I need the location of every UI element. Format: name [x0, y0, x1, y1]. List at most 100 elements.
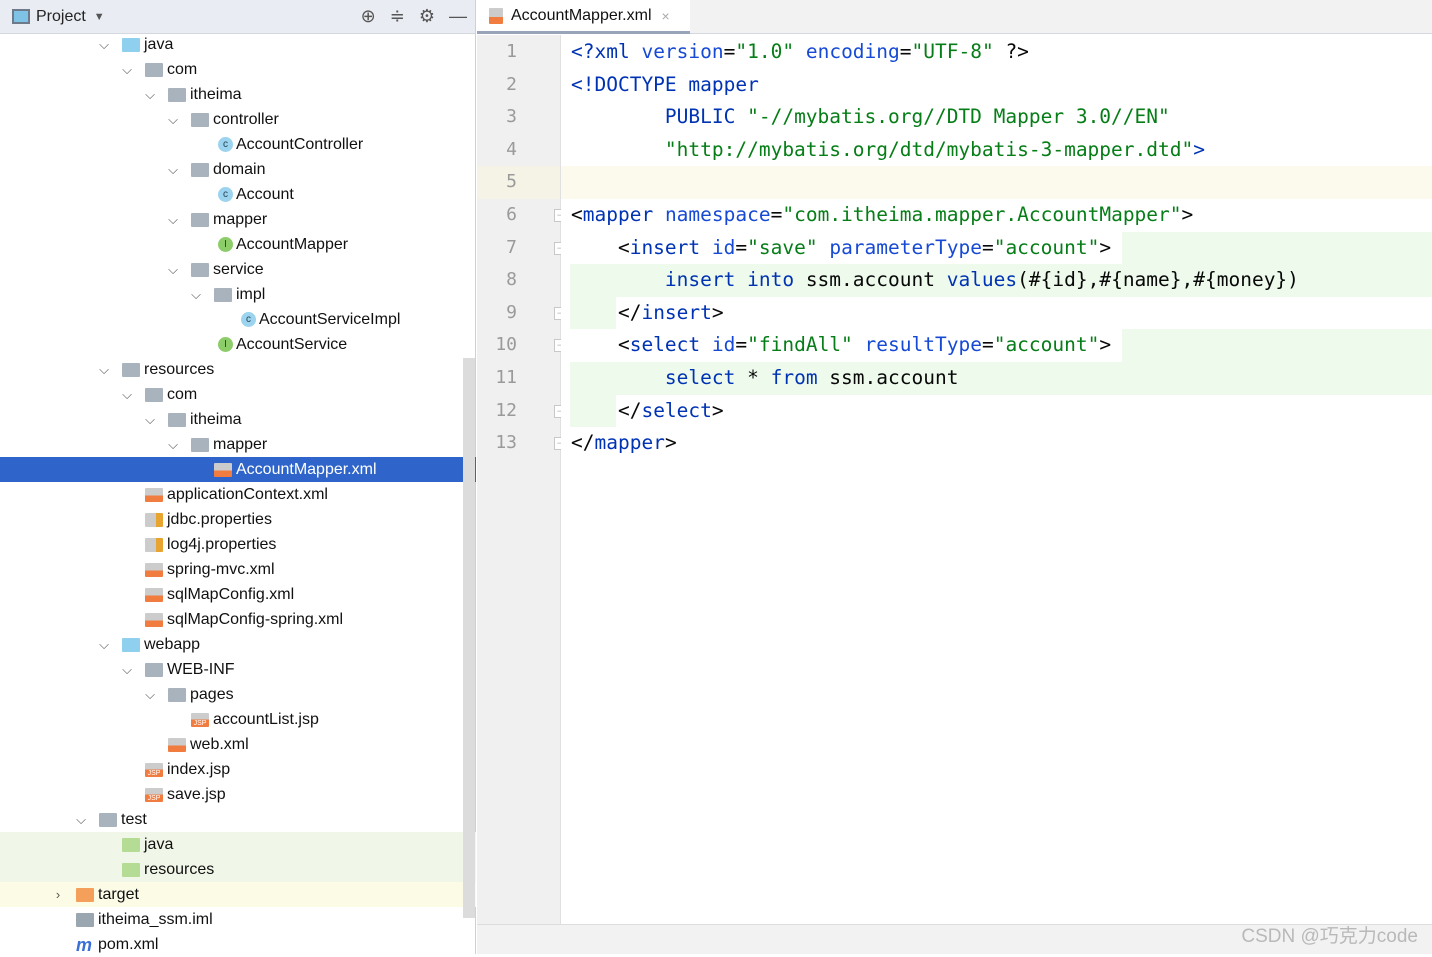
- code-token: select: [664, 366, 748, 389]
- tree-item-label: target: [98, 885, 139, 903]
- tree-item[interactable]: ⌵ service: [0, 257, 476, 282]
- tab-label: AccountMapper.xml: [511, 6, 652, 24]
- tree-scrollbar[interactable]: [463, 358, 475, 918]
- tab-accountmapper-xml[interactable]: AccountMapper.xml ×: [477, 0, 690, 34]
- tree-item-label: AccountService: [236, 335, 348, 353]
- tree-item[interactable]: ⌵ mapper: [0, 207, 476, 232]
- chevron-down-icon[interactable]: ⌵: [120, 387, 134, 403]
- tree-item[interactable]: log4j.properties: [0, 532, 476, 557]
- xml-icon: [145, 612, 163, 627]
- folder-icon: [168, 87, 186, 102]
- tree-item[interactable]: ⌵ test: [0, 807, 476, 832]
- cls-icon: c: [218, 187, 233, 202]
- chevron-right-icon[interactable]: ›: [51, 887, 65, 902]
- tree-item[interactable]: ⌵ itheima: [0, 82, 476, 107]
- tree-item-label: com: [167, 60, 198, 78]
- tree-item[interactable]: ⌵ com: [0, 382, 476, 407]
- chevron-down-icon[interactable]: ⌵: [97, 37, 111, 53]
- tree-item[interactable]: ⌵ java: [0, 32, 476, 57]
- code-token: insert into: [664, 268, 806, 292]
- tree-item[interactable]: java: [0, 832, 476, 857]
- tree-item[interactable]: ⌵ domain: [0, 157, 476, 182]
- project-view-selector[interactable]: Project: [36, 8, 86, 26]
- tree-item[interactable]: ⌵ resources: [0, 357, 476, 382]
- tree-item[interactable]: JSP accountList.jsp: [0, 707, 476, 732]
- tree-item[interactable]: ⌵ itheima: [0, 407, 476, 432]
- folder-icon: [191, 212, 209, 227]
- code-token: (#{id},#{name},#{money}): [1017, 268, 1299, 292]
- tree-item[interactable]: AccountMapper.xml: [0, 457, 476, 482]
- tree-item-label: impl: [236, 285, 266, 303]
- tree-item[interactable]: ⌵ mapper: [0, 432, 476, 457]
- folder-icon: [122, 362, 140, 377]
- minimize-icon[interactable]: —: [449, 6, 467, 27]
- line-number: 3: [506, 106, 517, 128]
- tree-item[interactable]: web.xml: [0, 732, 476, 757]
- chevron-down-icon[interactable]: ⌵: [189, 287, 203, 303]
- locate-icon[interactable]: ⊕: [361, 6, 376, 27]
- tree-item[interactable]: applicationContext.xml: [0, 482, 476, 507]
- chevron-down-icon[interactable]: ⌵: [166, 437, 180, 453]
- tree-item[interactable]: c Account: [0, 182, 476, 207]
- close-icon[interactable]: ×: [662, 8, 670, 24]
- tree-item[interactable]: ⌵ com: [0, 57, 476, 82]
- jsp-icon: JSP: [191, 712, 209, 727]
- chevron-down-icon[interactable]: ⌵: [166, 162, 180, 178]
- code-token: <: [571, 203, 583, 226]
- tree-item-label: itheima: [190, 85, 242, 103]
- tree-item[interactable]: JSP index.jsp: [0, 757, 476, 782]
- code-editor[interactable]: <?xml version="1.0" encoding="UTF-8" ?> <…: [561, 35, 1432, 924]
- tree-item[interactable]: sqlMapConfig.xml: [0, 582, 476, 607]
- tree-item[interactable]: JSP save.jsp: [0, 782, 476, 807]
- line-number: 5: [506, 171, 517, 193]
- code-token: </: [571, 431, 595, 455]
- tree-item[interactable]: itheima_ssm.iml: [0, 907, 476, 932]
- tree-item[interactable]: spring-mvc.xml: [0, 557, 476, 582]
- chevron-down-icon[interactable]: ⌵: [143, 87, 157, 103]
- folder-icon: [145, 62, 163, 77]
- chevron-down-icon[interactable]: ⌵: [166, 212, 180, 228]
- code-token: <!DOCTYPE mapper: [571, 72, 759, 96]
- chevron-down-icon[interactable]: ⌵: [97, 637, 111, 653]
- collapse-all-icon[interactable]: ≑: [390, 6, 405, 27]
- chevron-down-icon[interactable]: ⌵: [166, 262, 180, 278]
- code-token: id: [711, 333, 736, 357]
- folder-icon: [145, 662, 163, 677]
- chevron-down-icon[interactable]: ⌵: [120, 662, 134, 678]
- line-number: 10: [495, 334, 517, 356]
- gear-icon[interactable]: ⚙: [419, 6, 435, 27]
- project-panel-header: Project ▼ ⊕ ≑ ⚙ —: [0, 0, 475, 34]
- tree-item[interactable]: c AccountServiceImpl: [0, 307, 476, 332]
- code-token: >: [1193, 137, 1205, 161]
- tree-item[interactable]: ⌵ WEB-INF: [0, 657, 476, 682]
- tree-item[interactable]: ⌵ webapp: [0, 632, 476, 657]
- tree-item[interactable]: I AccountService: [0, 332, 476, 357]
- chevron-down-icon[interactable]: ⌵: [97, 362, 111, 378]
- chevron-down-icon[interactable]: ⌵: [143, 687, 157, 703]
- tree-item[interactable]: I AccountMapper: [0, 232, 476, 257]
- tree-item[interactable]: resources: [0, 857, 476, 882]
- xml-icon: [145, 587, 163, 602]
- tree-item[interactable]: sqlMapConfig-spring.xml: [0, 607, 476, 632]
- chevron-down-icon[interactable]: ⌵: [74, 812, 88, 828]
- tree-item[interactable]: m pom.xml: [0, 932, 476, 957]
- chevron-down-icon[interactable]: ⌵: [166, 112, 180, 128]
- code-token: =: [981, 333, 994, 357]
- code-token: from: [770, 366, 830, 389]
- tree-item[interactable]: jdbc.properties: [0, 507, 476, 532]
- tree-item[interactable]: ⌵ impl: [0, 282, 476, 307]
- chevron-down-icon[interactable]: ▼: [94, 11, 105, 23]
- line-number: 9: [506, 301, 517, 323]
- tree-item-label: spring-mvc.xml: [167, 560, 275, 578]
- chevron-down-icon[interactable]: ⌵: [143, 412, 157, 428]
- tree-item[interactable]: c AccountController: [0, 132, 476, 157]
- tree-item[interactable]: ⌵ controller: [0, 107, 476, 132]
- chevron-down-icon[interactable]: ⌵: [120, 62, 134, 78]
- code-token: select: [629, 333, 712, 357]
- tree-item[interactable]: ⌵ pages: [0, 682, 476, 707]
- code-token: mapper: [594, 431, 665, 455]
- tree-item[interactable]: › target: [0, 882, 476, 907]
- code-token: >: [1181, 203, 1194, 226]
